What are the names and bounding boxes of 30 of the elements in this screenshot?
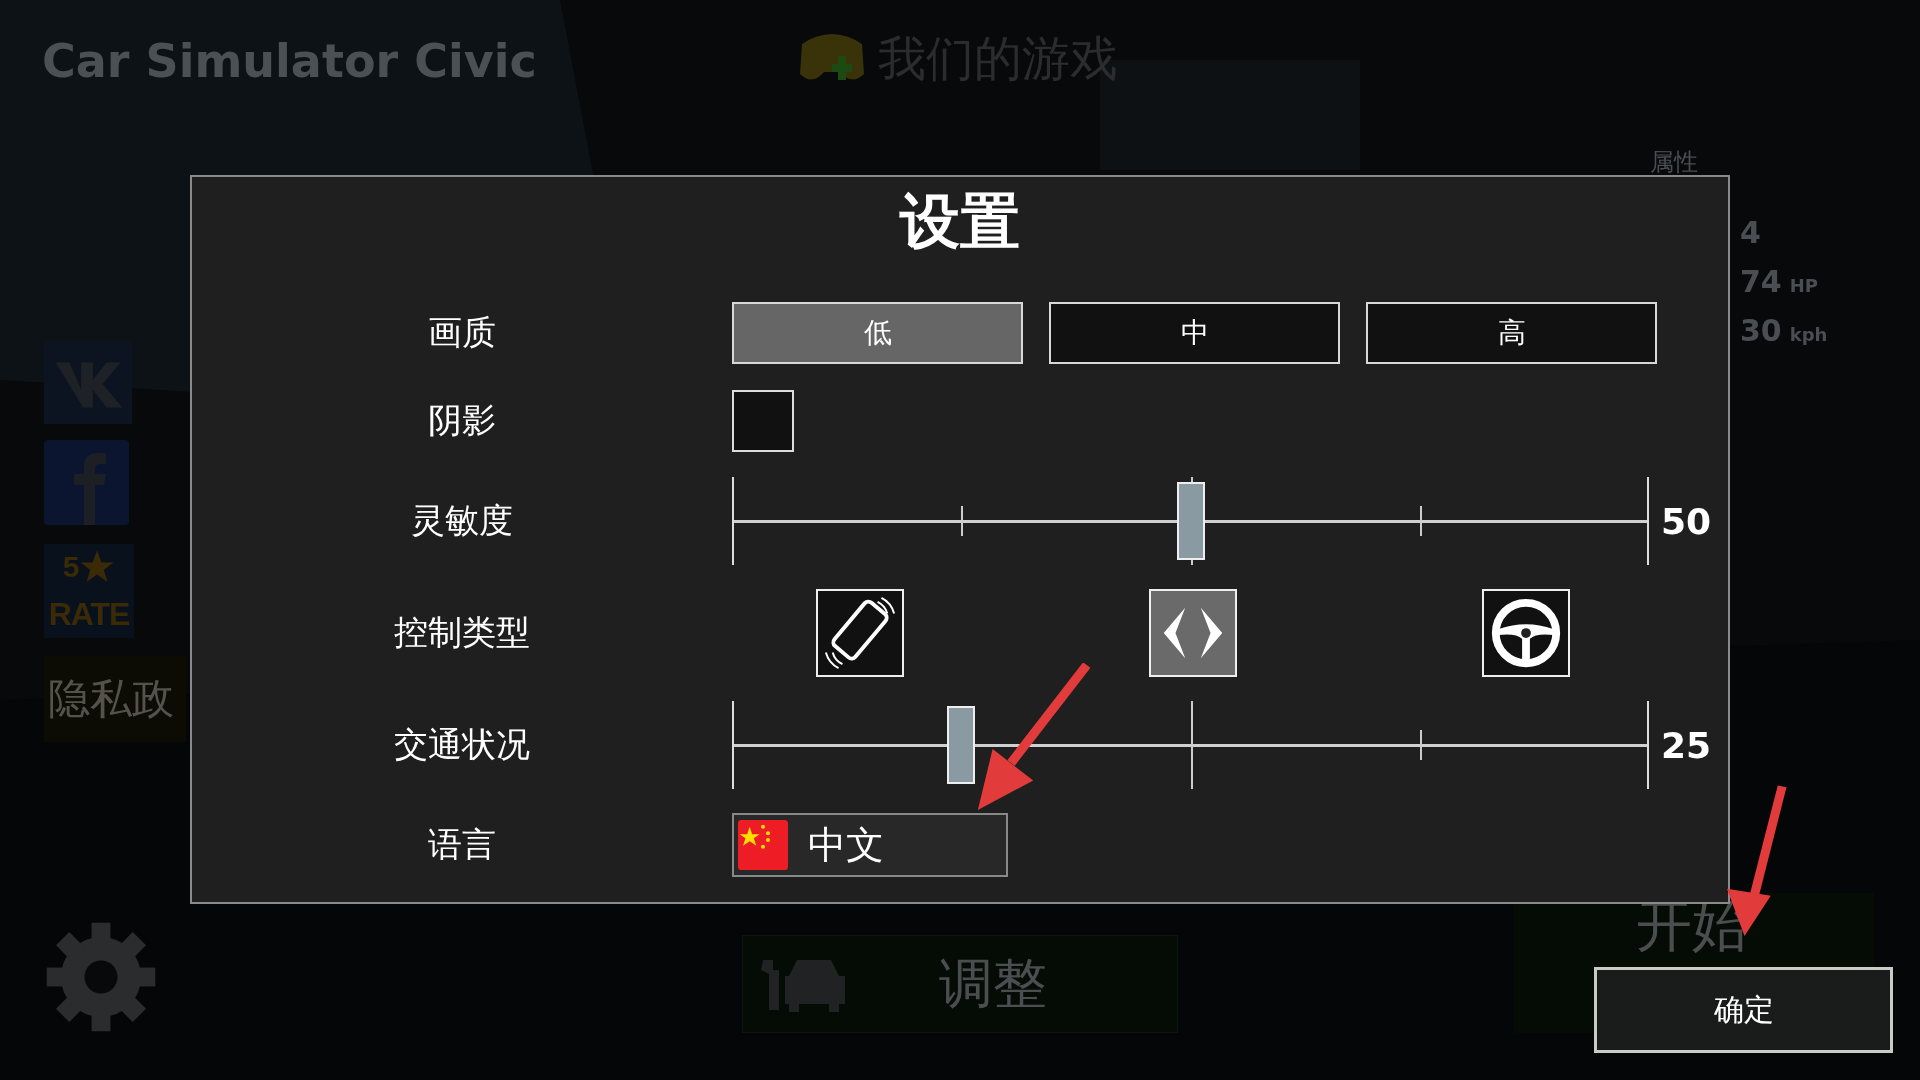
settings-title: 设置 — [898, 185, 1021, 258]
steering-wheel-button[interactable] — [1482, 589, 1570, 677]
stat-value: 74 — [1740, 264, 1782, 299]
setting-label: 画质 — [427, 311, 497, 354]
setting-label: 灵敏度 — [410, 499, 514, 542]
setting-label: 交通状况 — [393, 723, 531, 766]
setting-label: 阴影 — [427, 399, 497, 442]
stat-value: 4 — [1740, 215, 1761, 250]
stat-unit: HP — [1789, 275, 1818, 296]
setting-label: 语言 — [427, 823, 497, 866]
language-value: 中文 — [808, 821, 884, 869]
tune-label: 调整 — [939, 950, 1047, 1017]
confirm-button[interactable]: 确定 — [1594, 967, 1893, 1053]
stat-unit: kph — [1789, 324, 1828, 345]
slider-value: 50 — [1661, 500, 1712, 542]
game-title: Car Simulator Civic — [42, 34, 537, 88]
tilt-phone-button[interactable] — [816, 589, 904, 677]
quality-option[interactable]: 低 — [732, 302, 1023, 364]
shadow-checkbox[interactable] — [732, 390, 794, 452]
china-flag-icon — [738, 820, 788, 870]
slider-thumb[interactable] — [947, 706, 976, 784]
quality-option[interactable]: 高 — [1366, 302, 1657, 364]
stat-value: 30 — [1740, 313, 1782, 348]
arrow-buttons-button[interactable] — [1149, 589, 1237, 677]
language-selector[interactable]: 中文 — [732, 813, 1008, 877]
slider-thumb[interactable] — [1176, 482, 1205, 560]
setting-label: 控制类型 — [393, 611, 531, 654]
quality-option[interactable]: 中 — [1049, 302, 1340, 364]
stats-title: 属性 — [1650, 147, 1698, 178]
slider-value: 25 — [1661, 724, 1712, 766]
